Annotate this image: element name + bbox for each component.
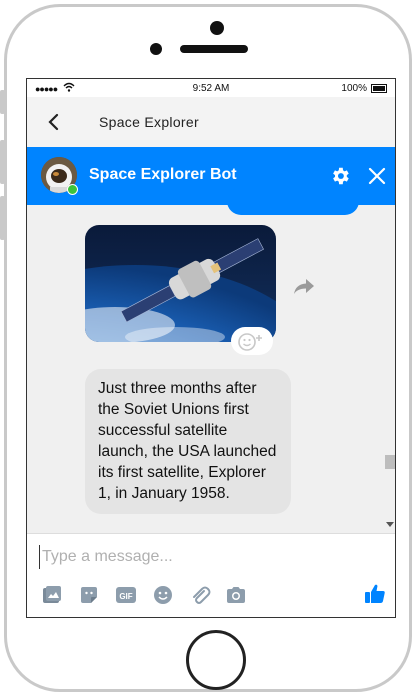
chat-scrollbar[interactable]	[383, 205, 395, 533]
thumbs-up-icon[interactable]	[363, 582, 387, 606]
volume-up-button	[0, 140, 5, 184]
photo-icon[interactable]	[41, 584, 63, 606]
emoji-icon[interactable]	[152, 584, 174, 606]
close-icon[interactable]	[367, 166, 387, 186]
bot-name: Space Explorer Bot	[89, 166, 237, 183]
sticker-icon[interactable]	[78, 584, 100, 606]
bot-header: Space Explorer Bot	[27, 147, 395, 205]
scroll-down-arrow[interactable]	[386, 522, 394, 527]
battery-icon	[371, 84, 387, 93]
scrollbar-thumb[interactable]	[385, 455, 395, 469]
svg-text:GIF: GIF	[119, 592, 132, 601]
attachment-icon[interactable]	[189, 584, 211, 606]
satellite-photo[interactable]	[85, 225, 276, 342]
back-arrow-icon[interactable]	[43, 111, 65, 133]
previous-message-bubble	[227, 205, 359, 215]
front-camera	[150, 43, 162, 55]
message-input[interactable]	[39, 545, 342, 569]
chat-area: Just three months after the Soviet Union…	[27, 205, 395, 533]
home-button[interactable]	[186, 630, 246, 690]
earpiece-speaker	[180, 45, 248, 53]
status-bar: ●●●●● 9:52 AM 100%	[27, 79, 395, 97]
add-reaction-button[interactable]	[231, 327, 273, 355]
navigation-bar: Space Explorer	[27, 97, 395, 147]
share-icon[interactable]	[293, 277, 315, 295]
add-reaction-icon	[238, 333, 262, 351]
phone-screen: ●●●●● 9:52 AM 100% Space Explorer Space …	[26, 78, 396, 618]
camera-lens	[210, 21, 224, 35]
satellite-image	[85, 225, 276, 342]
battery-percent: 100%	[341, 83, 367, 94]
status-time: 9:52 AM	[192, 83, 230, 94]
gear-icon[interactable]	[329, 165, 351, 187]
mute-switch	[0, 90, 5, 114]
camera-icon[interactable]	[225, 584, 247, 606]
page-title: Space Explorer	[99, 114, 199, 130]
message-composer: GIF	[27, 533, 395, 617]
bot-message-bubble: Just three months after the Soviet Union…	[85, 369, 291, 514]
online-status-dot	[67, 184, 78, 195]
volume-down-button	[0, 196, 5, 240]
gif-icon[interactable]: GIF	[115, 584, 137, 606]
